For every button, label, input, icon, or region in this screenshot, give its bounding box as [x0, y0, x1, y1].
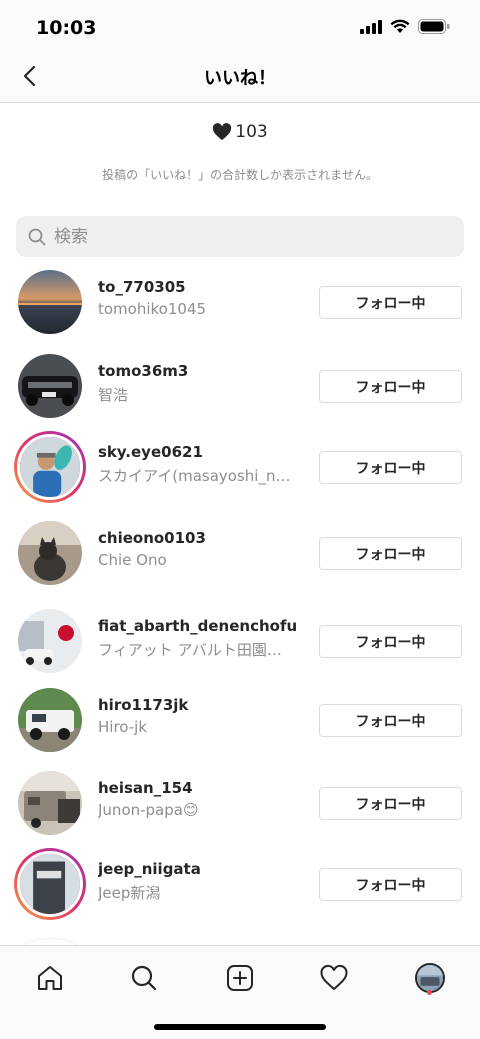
status-icons	[360, 19, 450, 34]
following-button[interactable]: フォロー中	[319, 704, 462, 737]
following-button[interactable]: フォロー中	[319, 370, 462, 403]
explore-icon	[131, 965, 157, 991]
profile-avatar-icon	[415, 963, 445, 993]
following-button[interactable]: フォロー中	[319, 286, 462, 319]
avatar-cat-image	[18, 521, 82, 585]
avatar[interactable]	[18, 521, 82, 585]
tab-home[interactable]	[30, 958, 70, 998]
signal-icon	[360, 19, 382, 34]
avatar[interactable]	[18, 354, 82, 418]
notification-dot	[427, 990, 432, 995]
avatar-dealership-image	[18, 609, 82, 673]
bottom-tab-bar	[0, 945, 480, 1039]
wifi-icon	[390, 19, 410, 33]
heart-icon	[213, 123, 232, 141]
avatar-camper-image	[18, 771, 82, 835]
user-row[interactable]: chieono0103 Chie Ono フォロー中	[0, 517, 480, 589]
following-button[interactable]: フォロー中	[319, 868, 462, 901]
navigation-bar: いいね！	[0, 50, 480, 103]
username[interactable]: chieono0103	[98, 529, 298, 547]
avatar[interactable]	[18, 609, 82, 673]
full-name: 智浩	[98, 386, 129, 404]
following-button[interactable]: フォロー中	[319, 451, 462, 484]
avatar-jeep-image	[18, 688, 82, 752]
home-indicator	[154, 1024, 326, 1030]
username[interactable]: heisan_154	[98, 779, 298, 797]
tab-explore[interactable]	[124, 958, 164, 998]
tab-new-post[interactable]	[220, 958, 260, 998]
user-row[interactable]: hiro1173jk Hiro-jk フォロー中	[0, 684, 480, 756]
avatar[interactable]	[18, 270, 82, 334]
username[interactable]: jeep_niigata	[98, 860, 298, 878]
home-icon	[38, 966, 62, 990]
avatar-with-story-ring[interactable]	[14, 431, 86, 503]
page-title: いいね！	[204, 68, 276, 89]
following-button[interactable]: フォロー中	[319, 625, 462, 658]
full-name: スカイアイ(masayoshi_n…	[98, 467, 291, 485]
avatar-car-image	[18, 354, 82, 418]
following-button[interactable]: フォロー中	[319, 787, 462, 820]
full-name: Hiro-jk	[98, 718, 148, 736]
user-row[interactable]: sky.eye0621 スカイアイ(masayoshi_n… フォロー中	[0, 431, 480, 503]
likes-summary: 103	[0, 122, 480, 145]
full-name: Chie Ono	[98, 551, 167, 569]
user-row[interactable]: fiat_abarth_denenchofu フィアット アバルト田園… フォロ…	[0, 605, 480, 677]
following-button[interactable]: フォロー中	[319, 537, 462, 570]
username[interactable]: sky.eye0621	[98, 443, 298, 461]
user-row[interactable]: to_770305 tomohiko1045 フォロー中	[0, 266, 480, 338]
status-time: 10:03	[36, 17, 97, 39]
username[interactable]: tomo36m3	[98, 362, 298, 380]
username[interactable]: to_770305	[98, 278, 298, 296]
user-row[interactable]: tomo36m3 智浩 フォロー中	[0, 350, 480, 422]
search-box[interactable]	[16, 216, 464, 257]
full-name: Jeep新潟	[98, 884, 161, 902]
battery-icon	[418, 19, 450, 34]
search-icon	[28, 228, 46, 245]
avatar[interactable]	[18, 688, 82, 752]
full-name: tomohiko1045	[98, 300, 207, 318]
full-name: フィアット アバルト田園…	[98, 641, 282, 659]
avatar-jeep-sign-image	[20, 854, 80, 914]
username[interactable]: hiro1173jk	[98, 696, 298, 714]
new-post-icon	[227, 965, 253, 991]
user-row[interactable]: jeep_niigata Jeep新潟 フォロー中	[0, 848, 480, 920]
user-row[interactable]: heisan_154 Junon-papa😊 フォロー中	[0, 767, 480, 839]
full-name: Junon-papa😊	[98, 801, 199, 819]
avatar[interactable]	[18, 771, 82, 835]
username[interactable]: fiat_abarth_denenchofu	[98, 617, 298, 635]
activity-heart-icon	[320, 964, 348, 990]
status-bar: 10:03	[0, 0, 480, 50]
likes-count: 103	[235, 122, 268, 142]
avatar-with-story-ring[interactable]	[14, 848, 86, 920]
avatar-person-image	[20, 437, 80, 497]
avatar-sunset-image	[18, 270, 82, 334]
tab-activity[interactable]	[314, 958, 354, 998]
likes-note: 投稿の「いいね！」の合計数しか表示されません。	[102, 168, 378, 182]
search-input[interactable]	[54, 226, 434, 247]
